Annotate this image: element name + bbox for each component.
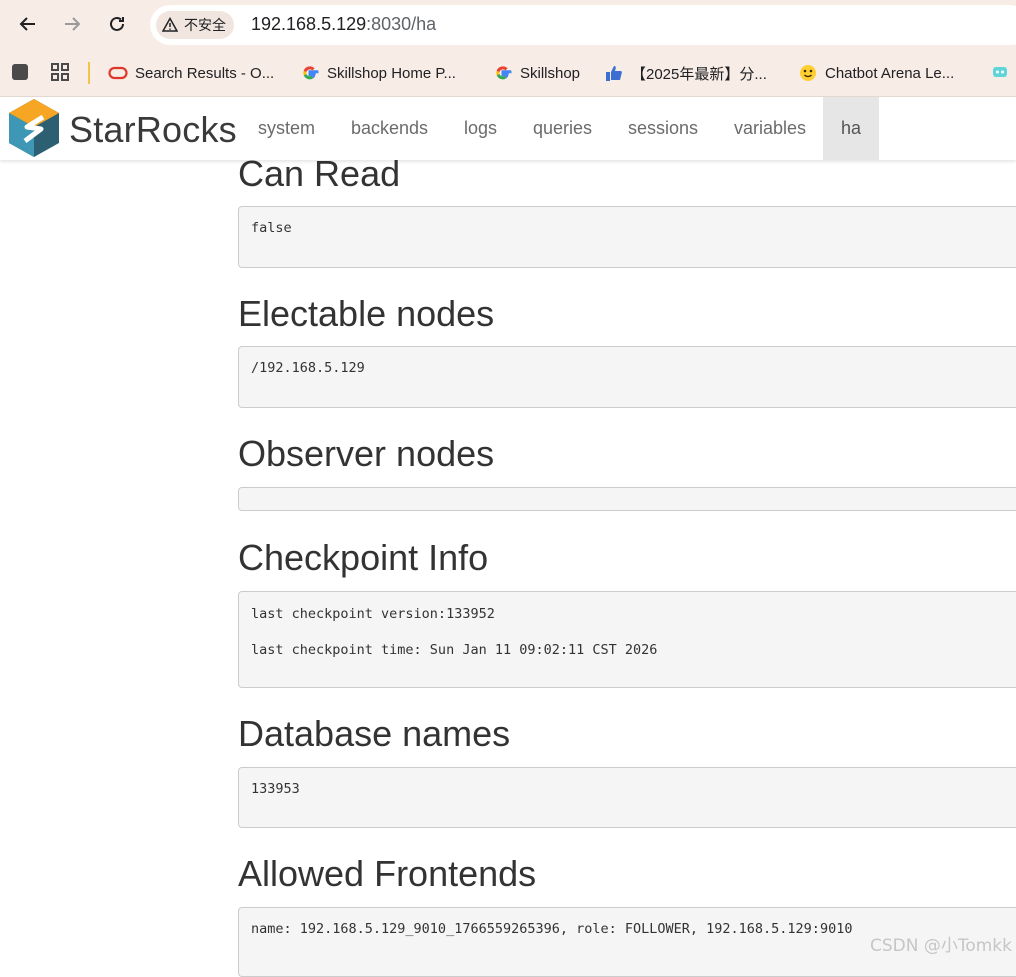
brand-name[interactable]: StarRocks [69,109,237,151]
bookmark-skillshop[interactable]: Skillshop [493,61,580,85]
section-title-electable-nodes: Electable nodes [238,293,495,334]
bookmark-skillshop-home[interactable]: Skillshop Home P... [300,61,456,85]
app-navbar: StarRocks system backends logs queries s… [0,97,1016,160]
can-read-value: false [238,206,1016,268]
oracle-icon [108,66,128,80]
section-title-allowed-frontends: Allowed Frontends [238,853,537,894]
bookmarks-divider [88,62,90,84]
bookmark-chatbot-arena[interactable]: Chatbot Arena Le... [798,61,954,85]
back-arrow-icon [19,17,35,31]
section-title-database-names: Database names [238,713,511,754]
bookmark-label: Skillshop [520,64,581,82]
watermark: CSDN @小Tomkk [869,936,1012,956]
checkpoint-info-value: last checkpoint version:133952 last chec… [238,591,1016,688]
value-line: 133953 [251,781,300,797]
nav-backends[interactable]: backends [351,97,428,160]
bookmarks-bar: Search Results - O... Skillshop Home P..… [0,50,1016,97]
value-line: name: 192.168.5.129_9010_1766559265396, … [251,921,853,937]
reload-button[interactable] [103,10,131,38]
forward-arrow-icon [65,17,81,31]
apps-grid-icon[interactable] [50,62,70,82]
nav-logs[interactable]: logs [464,97,497,160]
electable-nodes-value: /192.168.5.129 [238,346,1016,408]
thumbs-up-icon [606,66,622,81]
bookmark-label: Search Results - O... [135,64,275,82]
back-button[interactable] [14,10,42,38]
observer-nodes-value [238,487,1016,511]
section-title-can-read: Can Read [238,153,401,194]
nav-variables[interactable]: variables [734,97,806,160]
google-icon [303,66,319,80]
security-label: 不安全 [184,17,226,33]
address-bar[interactable]: 不安全 192.168.5.129:8030/ha [150,5,1016,45]
url-path: :8030/ha [366,14,437,34]
value-line: /192.168.5.129 [251,360,365,376]
bookmark-label: 【2025年最新】分... [631,65,767,83]
nav-queries[interactable]: queries [533,97,592,160]
google-icon [496,66,512,80]
nav-system[interactable]: system [258,97,315,160]
value-line: false [251,220,292,236]
value-line: last checkpoint version:133952 [251,606,495,622]
bookmark-label: Chatbot Arena Le... [825,64,955,82]
section-title-observer-nodes: Observer nodes [238,433,495,474]
url-text[interactable]: 192.168.5.129:8030/ha [251,14,436,35]
robot-bookmark-icon[interactable] [990,62,1010,82]
starrocks-logo-icon[interactable] [3,97,65,159]
bookmark-2025[interactable]: 【2025年最新】分... [604,61,767,85]
database-names-value: 133953 [238,767,1016,828]
app-square-icon[interactable] [10,62,30,82]
url-host: 192.168.5.129 [251,14,367,34]
security-chip[interactable]: 不安全 [156,11,234,39]
forward-button[interactable] [58,10,86,38]
nav-ha[interactable]: ha [823,97,880,160]
bookmark-label: Skillshop Home P... [327,64,456,82]
hugging-face-icon [800,65,816,81]
value-line: last checkpoint time: Sun Jan 11 09:02:1… [251,642,658,658]
section-title-checkpoint-info: Checkpoint Info [238,537,489,578]
reload-icon [110,16,124,31]
nav-sessions[interactable]: sessions [628,97,698,160]
browser-toolbar: 不安全 192.168.5.129:8030/ha [0,0,1016,50]
warning-triangle-icon [162,17,178,32]
bookmark-search-results[interactable]: Search Results - O... [108,61,274,85]
